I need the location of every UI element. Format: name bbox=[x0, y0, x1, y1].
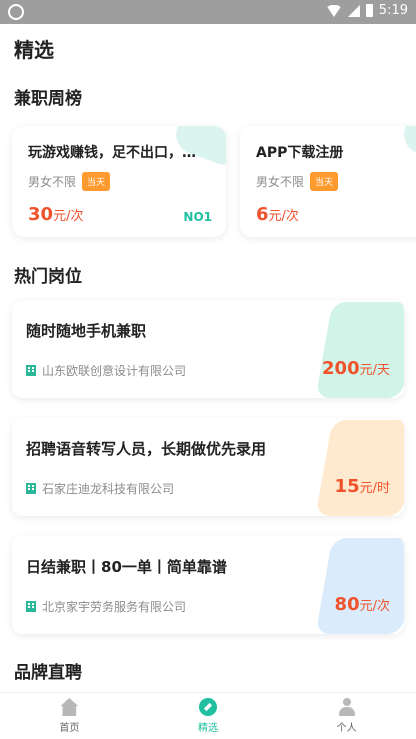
weekly-card[interactable]: APP下载注册 男女不限 当天 6元/次 bbox=[240, 126, 416, 237]
card-decoration bbox=[315, 302, 404, 398]
job-card[interactable]: 日结兼职丨80一单丨简单靠谱 北京家宇劳务服务有限公司 80元/次 bbox=[12, 536, 404, 634]
wifi-icon bbox=[325, 4, 342, 17]
section-title-hot: 热门岗位 bbox=[14, 267, 82, 287]
section-title-weekly: 兼职周榜 bbox=[14, 89, 82, 109]
job-company: 石家庄迪龙科技有限公司 bbox=[26, 480, 174, 497]
rank-badge: NO1 bbox=[183, 210, 212, 224]
price-unit: 元/次 bbox=[359, 599, 390, 614]
tab-label: 精选 bbox=[198, 723, 218, 734]
card-decoration bbox=[315, 538, 404, 634]
tab-featured[interactable]: 精选 bbox=[139, 693, 278, 739]
building-icon bbox=[26, 365, 36, 376]
job-card[interactable]: 招聘语音转写人员，长期做优先录用 石家庄迪龙科技有限公司 15元/时 bbox=[12, 418, 404, 516]
card-decoration bbox=[315, 420, 404, 516]
settlement-tag: 当天 bbox=[82, 172, 111, 191]
price-unit: 元/天 bbox=[359, 363, 390, 378]
battery-icon bbox=[365, 4, 373, 17]
company-name: 石家庄迪龙科技有限公司 bbox=[42, 482, 175, 496]
job-company: 北京家宇劳务服务有限公司 bbox=[26, 598, 186, 615]
tab-profile[interactable]: 个人 bbox=[277, 693, 416, 739]
job-price: 200元/天 bbox=[322, 358, 390, 379]
job-title: 日结兼职丨80一单丨简单靠谱 bbox=[26, 558, 227, 576]
job-card[interactable]: 随时随地手机兼职 山东欧联创意设计有限公司 200元/天 bbox=[12, 300, 404, 398]
company-name: 山东欧联创意设计有限公司 bbox=[42, 364, 187, 378]
job-company: 山东欧联创意设计有限公司 bbox=[26, 362, 186, 379]
building-icon bbox=[26, 601, 36, 612]
weekly-card-price: 6元/次 bbox=[256, 204, 299, 225]
person-icon bbox=[338, 698, 356, 716]
price-value: 30 bbox=[28, 204, 54, 225]
status-bar: 5:19 bbox=[0, 0, 416, 24]
gender-condition: 男女不限 bbox=[28, 175, 77, 189]
tab-home[interactable]: 首页 bbox=[0, 693, 139, 739]
price-value: 80 bbox=[334, 594, 360, 615]
job-price: 15元/时 bbox=[335, 476, 390, 497]
price-value: 200 bbox=[322, 358, 360, 379]
status-time: 5:19 bbox=[378, 3, 408, 18]
weekly-card-price: 30元/次 bbox=[28, 204, 83, 225]
building-icon bbox=[26, 483, 36, 494]
weekly-card-meta: 男女不限 当天 bbox=[256, 172, 339, 191]
signal-icon bbox=[347, 4, 360, 17]
weekly-card-title: 玩游戏赚钱，足不出口，… bbox=[28, 145, 196, 161]
status-icons: 5:19 bbox=[325, 3, 408, 18]
price-unit: 元/次 bbox=[53, 209, 84, 224]
tab-label: 个人 bbox=[336, 723, 357, 734]
home-icon bbox=[60, 698, 79, 716]
price-value: 15 bbox=[334, 476, 360, 497]
weekly-card[interactable]: 玩游戏赚钱，足不出口，… 男女不限 当天 30元/次 NO1 bbox=[12, 126, 226, 237]
job-title: 招聘语音转写人员，长期做优先录用 bbox=[26, 440, 267, 458]
notification-icon bbox=[8, 4, 24, 20]
bottom-tab-bar: 首页 精选 个人 bbox=[0, 692, 416, 739]
weekly-card-meta: 男女不限 当天 bbox=[28, 172, 111, 191]
compass-icon bbox=[199, 698, 217, 716]
settlement-tag: 当天 bbox=[310, 172, 339, 191]
company-name: 北京家宇劳务服务有限公司 bbox=[42, 600, 187, 614]
price-unit: 元/次 bbox=[268, 209, 299, 224]
price-value: 6 bbox=[256, 204, 269, 225]
weekly-card-title: APP下载注册 bbox=[256, 145, 344, 161]
page-title: 精选 bbox=[14, 38, 54, 62]
tab-label: 首页 bbox=[59, 723, 80, 734]
gender-condition: 男女不限 bbox=[256, 175, 305, 189]
section-title-brand: 品牌直聘 bbox=[14, 663, 82, 683]
job-title: 随时随地手机兼职 bbox=[26, 322, 147, 340]
page-content[interactable]: 精选 兼职周榜 玩游戏赚钱，足不出口，… 男女不限 当天 30元/次 NO1 A… bbox=[0, 24, 416, 692]
weekly-list[interactable]: 玩游戏赚钱，足不出口，… 男女不限 当天 30元/次 NO1 APP下载注册 男… bbox=[0, 126, 416, 241]
job-price: 80元/次 bbox=[335, 594, 390, 615]
price-unit: 元/时 bbox=[359, 481, 390, 496]
